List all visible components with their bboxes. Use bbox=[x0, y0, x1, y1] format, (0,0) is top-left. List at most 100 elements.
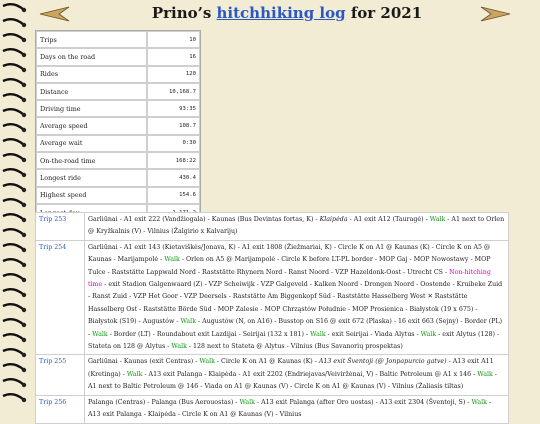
trip-route-cell: Garliūnai - A1 exit 222 (Vandžiogala) - … bbox=[84, 212, 509, 241]
trip-route-cell: Palanga (Centras) - Palanga (Bus Aerouos… bbox=[84, 394, 509, 424]
stats-label: Distance bbox=[36, 82, 147, 101]
spiral-ring bbox=[2, 258, 27, 268]
spiral-ring bbox=[2, 153, 27, 163]
stats-label: Driving time bbox=[36, 100, 147, 118]
spiral-ring bbox=[2, 288, 27, 298]
stats-row: Distance 10,168.7 bbox=[36, 82, 200, 101]
trip-id-cell: Trip 254 bbox=[35, 239, 85, 356]
spiral-ring bbox=[2, 198, 27, 208]
page-title: Prino’s hitchhiking log for 2021 bbox=[34, 4, 540, 22]
stats-label: Highest speed bbox=[36, 186, 147, 204]
walk-segment: Walk bbox=[180, 318, 197, 326]
spiral-ring bbox=[2, 33, 27, 43]
notebook-spiral-binding bbox=[0, 0, 34, 405]
stats-value: 93:35 bbox=[147, 100, 200, 118]
spiral-ring bbox=[2, 348, 27, 358]
statistics-table: Trips 10 Days on the road 16 Rides 120 Distanc… bbox=[35, 30, 201, 240]
stats-row: Highest speed 154.6 bbox=[36, 186, 200, 204]
title-prefix: Prino’s bbox=[151, 4, 217, 22]
spiral-ring bbox=[2, 138, 27, 148]
stats-value: 430.4 bbox=[147, 169, 200, 187]
route-segment: - 128 next to Stateta @ Alytus - Vilnius… bbox=[186, 343, 403, 351]
spiral-ring bbox=[2, 18, 27, 28]
spiral-ring bbox=[2, 318, 27, 328]
stats-label: On-the-road time bbox=[36, 152, 147, 170]
walk-segment: Walk bbox=[420, 330, 437, 338]
stats-label: Trips bbox=[36, 31, 147, 49]
trip-link[interactable]: Trip 253 bbox=[39, 216, 66, 223]
route-segment: - exit Seirijai - Viada Alytus - bbox=[325, 330, 421, 338]
spiral-ring bbox=[2, 93, 27, 103]
spiral-ring bbox=[2, 393, 27, 403]
stats-value: 10,168.7 bbox=[147, 82, 200, 101]
stats-row: Longest ride 430.4 bbox=[36, 169, 200, 187]
walk-segment: Walk bbox=[310, 330, 326, 338]
spiral-ring bbox=[2, 123, 27, 133]
route-segment: Klaipėda bbox=[319, 216, 348, 223]
walk-segment: Walk bbox=[92, 330, 108, 338]
spiral-ring bbox=[2, 378, 27, 388]
stats-row: Days on the road 16 bbox=[36, 48, 200, 66]
walk-segment: Walk bbox=[171, 343, 187, 351]
route-segment: - Border (LT) - Roundabout exit Lazdijai… bbox=[107, 330, 311, 338]
stats-row: Average speed 108.7 bbox=[36, 117, 200, 135]
stats-value: 168:22 bbox=[147, 152, 200, 170]
walk-segment: Walk bbox=[199, 358, 215, 366]
spiral-ring bbox=[2, 243, 27, 253]
trip-row: Trip 256 Palanga (Centras) - Palanga (Bus… bbox=[35, 394, 509, 424]
stats-label: Longest ride bbox=[36, 169, 147, 187]
stats-label: Average wait bbox=[36, 134, 147, 153]
spiral-ring bbox=[2, 363, 27, 373]
spiral-ring bbox=[2, 213, 27, 223]
stats-label: Days on the road bbox=[36, 48, 147, 66]
trip-route-cell: Garliūnai - A1 exit 143 (Kietaviškės/Jon… bbox=[84, 239, 509, 356]
trips-table: Trip 253 Garliūnai - A1 exit 222 (Vandžio… bbox=[35, 212, 509, 424]
spiral-ring bbox=[2, 228, 27, 238]
stats-label: Rides bbox=[36, 65, 147, 83]
route-segment: - A13 exit Palanga - Klaipėda - A1 exit … bbox=[142, 370, 478, 378]
hitchhiking-log-link[interactable]: hitchhiking log bbox=[217, 4, 346, 22]
spiral-ring bbox=[2, 63, 27, 73]
trip-route-cell: Garliūnai - Kaunas (exit Centras) - Walk… bbox=[84, 354, 509, 396]
stats-row: Average wait 0:30 bbox=[36, 134, 200, 153]
route-segment: Garliūnai - Kaunas (exit Centras) - bbox=[88, 358, 200, 366]
stats-row: Trips 10 bbox=[36, 31, 200, 49]
spiral-ring bbox=[2, 48, 27, 58]
walk-segment: Walk bbox=[477, 370, 493, 378]
route-segment: - A1 exit A12 (Tauragė) - bbox=[347, 216, 430, 223]
walk-segment: Walk bbox=[126, 370, 143, 378]
trip-row: Trip 255 Garliūnai - Kaunas (exit Centras… bbox=[35, 354, 509, 396]
stats-value: 154.6 bbox=[147, 186, 200, 204]
route-segment: Garliūnai - A1 exit 222 (Vandžiogala) - … bbox=[88, 216, 320, 223]
spiral-ring bbox=[2, 333, 27, 343]
stats-value: 108.7 bbox=[147, 117, 200, 135]
trip-id-cell: Trip 255 bbox=[35, 354, 85, 396]
spiral-ring bbox=[2, 168, 27, 178]
trip-link[interactable]: Trip 255 bbox=[39, 358, 66, 365]
spiral-ring bbox=[2, 3, 27, 13]
stats-value: 16 bbox=[147, 48, 200, 66]
stats-row: Driving time 93:35 bbox=[36, 100, 200, 118]
stats-row: On-the-road time 168:22 bbox=[36, 152, 200, 170]
spiral-ring bbox=[2, 78, 27, 88]
route-segment: A13 exit Šventoji (@ Jonpapurcio gatve) bbox=[318, 358, 447, 366]
stats-row: Rides 120 bbox=[36, 65, 200, 83]
trip-row: Trip 254 Garliūnai - A1 exit 143 (Kietavi… bbox=[35, 239, 509, 356]
trip-row: Trip 253 Garliūnai - A1 exit 222 (Vandžio… bbox=[35, 212, 509, 241]
stats-value: 120 bbox=[147, 65, 200, 83]
title-suffix: for 2021 bbox=[345, 4, 423, 22]
trip-id-cell: Trip 256 bbox=[35, 394, 85, 424]
stats-value: 10 bbox=[147, 31, 200, 49]
stats-value: 0:30 bbox=[147, 134, 200, 153]
spiral-ring bbox=[2, 303, 27, 313]
next-year-arrow-icon[interactable] bbox=[479, 6, 511, 26]
trip-id-cell: Trip 253 bbox=[35, 212, 85, 241]
stats-label: Average speed bbox=[36, 117, 147, 135]
spiral-ring bbox=[2, 273, 27, 283]
trip-link[interactable]: Trip 254 bbox=[39, 244, 66, 251]
walk-segment: Walk bbox=[429, 216, 446, 223]
page-header: Prino’s hitchhiking log for 2021 bbox=[34, 0, 540, 30]
route-segment: - Circle K on A1 @ Kaunas (K) - bbox=[214, 358, 319, 366]
walk-segment: Walk bbox=[164, 256, 180, 264]
spiral-ring bbox=[2, 183, 27, 193]
